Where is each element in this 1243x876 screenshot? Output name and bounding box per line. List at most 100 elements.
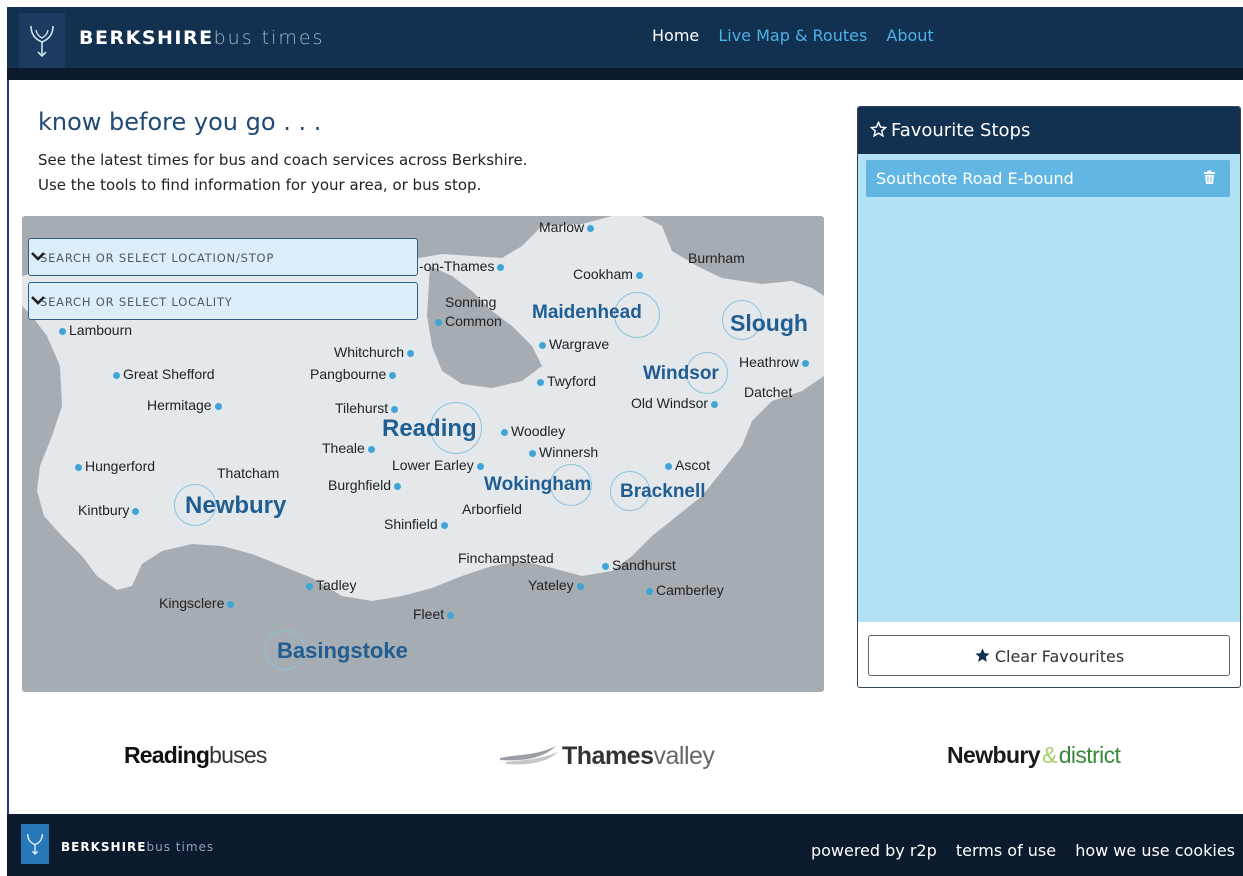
map-place[interactable]: -on-Thames (419, 258, 507, 274)
reading-buses-logo[interactable]: Readingbuses (124, 742, 267, 769)
footer-brand-bold: BERKSHIRE (61, 840, 147, 854)
thames-valley-logo[interactable]: Thamesvalley (498, 742, 715, 771)
map-place[interactable]: Arborfield (462, 501, 522, 517)
main-nav: Home Live Map & Routes About (652, 26, 948, 45)
favourite-stop-label: Southcote Road E-bound (876, 169, 1074, 188)
nav-live-map-routes[interactable]: Live Map & Routes (718, 26, 867, 45)
newbury-amp: & (1041, 742, 1057, 768)
place-dot (391, 405, 399, 413)
map-place[interactable]: Whitchurch (334, 344, 417, 360)
cookies-link[interactable]: how we use cookies (1075, 841, 1235, 860)
powered-by-link[interactable]: powered by r2p (811, 841, 937, 860)
trash-icon[interactable] (1203, 170, 1216, 185)
thames-light: valley (653, 742, 715, 770)
map-place[interactable]: Kintbury (78, 502, 142, 518)
locality-select[interactable]: SEARCH OR SELECT LOCALITY (28, 282, 418, 320)
map-place[interactable]: Shinfield (384, 516, 451, 532)
map-place[interactable]: Camberley (643, 582, 724, 598)
place-dot (711, 400, 719, 408)
map-place[interactable]: Ascot (662, 457, 710, 473)
clear-favourites-button[interactable]: Clear Favourites (868, 635, 1230, 676)
place-dot (529, 449, 536, 457)
map-town[interactable]: Slough (730, 310, 808, 337)
map-place[interactable]: Wargrave (536, 336, 609, 352)
map-place[interactable]: Marlow (539, 219, 597, 235)
favourite-stops-header: Favourite Stops (858, 107, 1240, 154)
map-place[interactable]: Tadley (303, 577, 356, 593)
map-place[interactable]: Burghfield (328, 477, 404, 493)
favourite-stop-item[interactable]: Southcote Road E-bound (866, 160, 1230, 197)
place-dot (132, 507, 140, 515)
place-dot (501, 428, 508, 436)
reading-light: buses (209, 742, 267, 768)
map-town[interactable]: Bracknell (620, 481, 706, 503)
map-town[interactable]: Newbury (185, 492, 286, 520)
favourite-stops-title: Favourite Stops (891, 120, 1031, 141)
map-place[interactable]: Yateley (528, 577, 587, 593)
map-place[interactable]: Theale (322, 440, 378, 456)
clear-favourites-label: Clear Favourites (994, 647, 1125, 666)
place-dot (367, 445, 375, 453)
map-place[interactable]: Tilehurst (335, 400, 401, 416)
nav-home[interactable]: Home (652, 26, 699, 45)
place-dot (635, 271, 643, 279)
map-place[interactable]: Datchet (744, 384, 792, 400)
map-place[interactable]: Cookham (573, 266, 646, 282)
place-dot (447, 611, 455, 619)
area-map[interactable]: SEARCH OR SELECT LOCATION/STOP SEARCH OR… (22, 216, 824, 692)
map-place[interactable]: Winnersh (526, 444, 598, 460)
map-place[interactable]: Kingsclere (159, 595, 237, 611)
map-place[interactable]: Common (432, 313, 502, 329)
map-place[interactable]: Lambourn (56, 322, 132, 338)
map-place[interactable]: Fleet (413, 606, 457, 622)
map-place[interactable]: Sandhurst (599, 557, 676, 573)
map-place[interactable]: Burnham (688, 250, 745, 266)
reading-bold: Reading (124, 742, 210, 768)
favourite-stops-panel: Favourite Stops Southcote Road E-bound C… (857, 106, 1241, 688)
site-footer: BERKSHIREbus times powered by r2p terms … (7, 814, 1243, 876)
newbury-district-logo[interactable]: Newbury&district (947, 742, 1121, 769)
antler-icon (27, 833, 43, 855)
footer-brand[interactable]: BERKSHIREbus times (61, 840, 214, 854)
page-title: know before you go . . . (38, 108, 322, 136)
logo-icon[interactable] (19, 13, 65, 69)
place-dot (227, 600, 235, 608)
brand-wordmark[interactable]: BERKSHIREbus times (79, 27, 324, 49)
antler-icon (30, 25, 54, 58)
favourite-stops-list: Southcote Road E-bound (858, 154, 1240, 622)
map-place[interactable]: Heathrow (739, 354, 812, 370)
map-place[interactable]: Twyford (534, 373, 596, 389)
star-icon (975, 648, 990, 662)
terms-of-use-link[interactable]: terms of use (956, 841, 1056, 860)
map-place[interactable]: Hungerford (72, 458, 155, 474)
map-town[interactable]: Basingstoke (277, 638, 408, 664)
map-place[interactable]: Finchampstead (458, 550, 554, 566)
footer-logo-icon[interactable] (21, 824, 49, 864)
nav-about[interactable]: About (886, 26, 933, 45)
place-dot (602, 562, 609, 570)
map-place[interactable]: Thatcham (217, 465, 279, 481)
place-dot (75, 463, 82, 471)
place-dot (389, 371, 397, 379)
header-strip (7, 68, 1243, 80)
location-stop-select[interactable]: SEARCH OR SELECT LOCATION/STOP (28, 238, 418, 276)
map-place[interactable]: Old Windsor (631, 395, 721, 411)
map-town[interactable]: Windsor (643, 363, 719, 385)
place-dot (394, 482, 402, 490)
frame-border (7, 80, 9, 814)
map-place[interactable]: Lower Earley (392, 457, 487, 473)
brand-light: bus times (213, 27, 325, 49)
map-town[interactable]: Maidenhead (532, 302, 642, 324)
map-place[interactable]: Pangbourne (310, 366, 399, 382)
map-place[interactable]: Sonning (445, 294, 496, 310)
newbury-light: district (1058, 742, 1121, 768)
map-town[interactable]: Reading (382, 415, 477, 443)
place-dot (665, 462, 672, 470)
map-place[interactable]: Woodley (498, 423, 565, 439)
chevron-down-icon (31, 252, 45, 261)
map-town[interactable]: Wokingham (484, 474, 591, 496)
place-dot (646, 587, 653, 595)
map-place[interactable]: Great Shefford (110, 366, 215, 382)
place-dot (306, 582, 313, 590)
map-place[interactable]: Hermitage (147, 397, 225, 413)
